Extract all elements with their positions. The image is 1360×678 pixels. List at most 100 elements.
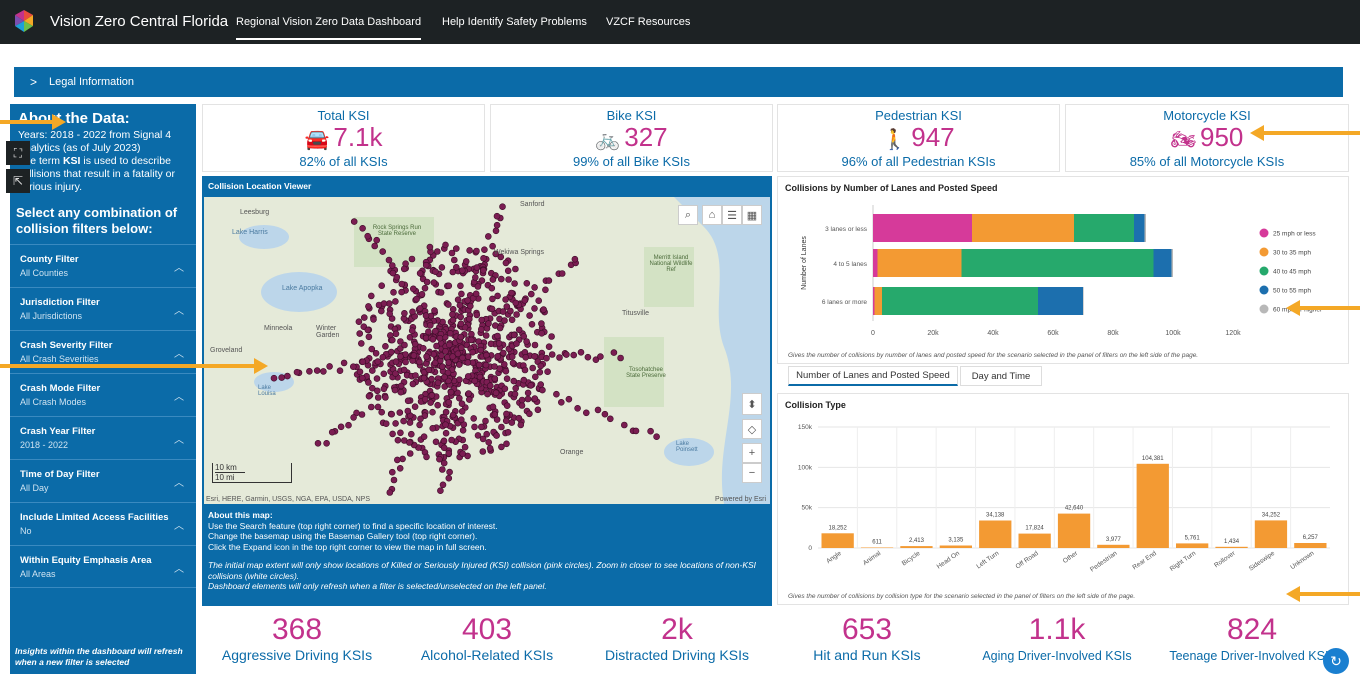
collision-point — [374, 387, 381, 395]
collision-point — [512, 265, 519, 273]
collision-point — [489, 276, 497, 283]
bar[interactable] — [1215, 546, 1248, 548]
collision-point — [429, 425, 436, 432]
y-tick-label: 100k — [798, 464, 813, 471]
bar[interactable] — [939, 545, 972, 549]
collision-point — [428, 392, 436, 399]
collision-point — [470, 415, 478, 422]
bar[interactable] — [1097, 544, 1130, 548]
bar[interactable] — [900, 546, 933, 548]
select-filters-heading: Select any combination of collision filt… — [16, 205, 178, 236]
bar-segment[interactable] — [972, 214, 1074, 242]
collision-point — [445, 301, 452, 308]
bar-segment[interactable] — [1134, 214, 1145, 242]
bar[interactable] — [821, 533, 854, 548]
layer-list-icon[interactable]: ☰ — [722, 205, 742, 225]
collision-point — [386, 489, 394, 496]
home-icon[interactable]: ⌂ — [702, 205, 722, 225]
collision-point — [448, 436, 455, 444]
bar-segment[interactable] — [1153, 249, 1172, 277]
expand-sidebar-icon[interactable]: ⛶ — [6, 141, 30, 165]
bar[interactable] — [1294, 543, 1327, 548]
search-icon[interactable]: ⌕ — [678, 205, 698, 225]
nav-tab-help-identify[interactable]: Help Identify Safety Problems — [442, 16, 587, 28]
tab-day-time[interactable]: Day and Time — [960, 366, 1042, 386]
collision-point — [504, 429, 512, 436]
collision-point — [473, 247, 480, 255]
collision-point — [449, 353, 456, 360]
map-canvas[interactable] — [204, 197, 770, 504]
locate-icon[interactable]: ◇ — [742, 419, 762, 439]
basemap-gallery-icon[interactable]: ▦ — [742, 205, 762, 225]
collision-point — [462, 258, 470, 265]
crash-year-filter[interactable]: Crash Year Filter 2018 - 2022 ︿ — [10, 416, 196, 459]
collision-point — [510, 377, 518, 385]
limited-access-filter[interactable]: Include Limited Access Facilities No ︿ — [10, 502, 196, 545]
bar-segment[interactable] — [1144, 214, 1147, 242]
equity-emphasis-filter[interactable]: Within Equity Emphasis Area All Areas ︿ — [10, 545, 196, 588]
collision-point — [523, 280, 531, 287]
bar-segment[interactable] — [873, 214, 972, 242]
collision-point — [439, 363, 446, 370]
refresh-icon[interactable]: ↻ — [1323, 648, 1349, 674]
collision-point — [355, 318, 363, 325]
bar-segment[interactable] — [882, 287, 1038, 315]
collision-point — [326, 363, 333, 370]
collision-point — [558, 270, 566, 277]
crash-mode-filter[interactable]: Crash Mode Filter All Crash Modes ︿ — [10, 373, 196, 416]
bar-segment[interactable] — [877, 249, 962, 277]
tab-lanes-speed[interactable]: Number of Lanes and Posted Speed — [788, 366, 958, 386]
bar[interactable] — [1018, 533, 1051, 548]
collision-point — [458, 267, 466, 274]
collision-map[interactable]: Leesburg Sanford Lake Harris Rock Spring… — [204, 197, 770, 504]
collision-point — [531, 373, 539, 381]
zoom-in-icon[interactable]: + — [742, 443, 762, 463]
kpi-motorcycle-ksi: Motorcycle KSI 🏍 950 85% of all Motorcycl… — [1065, 104, 1349, 172]
collision-point — [517, 421, 525, 429]
collision-point — [527, 290, 535, 298]
nav-tab-resources[interactable]: VZCF Resources — [606, 16, 690, 28]
bar-segment[interactable] — [873, 287, 875, 315]
x-tick-label: Left Turn — [975, 550, 1000, 571]
collision-point — [423, 278, 431, 286]
bar[interactable] — [860, 547, 894, 549]
chevron-up-icon: ︿ — [174, 306, 184, 317]
collision-point — [473, 264, 481, 271]
y-tick-label: 4 to 5 lanes — [833, 261, 867, 268]
chevron-up-icon: ︿ — [174, 435, 184, 446]
share-icon[interactable]: ⇱ — [6, 169, 30, 193]
bar[interactable] — [1057, 513, 1091, 548]
county-filter[interactable]: County Filter All Counties ︿ — [10, 244, 196, 287]
collision-point — [374, 403, 382, 411]
zoom-out-icon[interactable]: − — [742, 463, 762, 483]
collision-point — [380, 300, 388, 307]
collision-point — [438, 264, 446, 271]
compass-icon[interactable]: ⬍ — [742, 393, 762, 415]
bar-segment[interactable] — [873, 249, 878, 277]
jurisdiction-filter[interactable]: Jurisdiction Filter All Jurisdictions ︿ — [10, 287, 196, 330]
y-tick-label: 6 lanes or more — [822, 299, 868, 306]
bar-segment[interactable] — [874, 287, 883, 315]
collision-point — [398, 280, 406, 288]
bar-segment[interactable] — [1083, 287, 1084, 315]
bar[interactable] — [979, 520, 1012, 549]
map-place-label: Lake Harris — [232, 229, 268, 236]
collision-point — [535, 297, 543, 304]
bar-segment[interactable] — [1074, 214, 1134, 242]
bar[interactable] — [1254, 520, 1288, 548]
collision-point — [563, 351, 570, 358]
collision-point — [521, 366, 529, 374]
bar-segment[interactable] — [961, 249, 1154, 277]
nav-tab-dashboard[interactable]: Regional Vision Zero Data Dashboard — [236, 16, 422, 40]
bar[interactable] — [1176, 543, 1209, 548]
collision-point — [404, 397, 412, 405]
bar-segment[interactable] — [1038, 287, 1083, 315]
collision-point — [323, 440, 330, 447]
collision-point — [531, 341, 539, 349]
collision-point — [484, 390, 491, 398]
bar-segment[interactable] — [1171, 249, 1174, 277]
time-of-day-filter[interactable]: Time of Day Filter All Day ︿ — [10, 459, 196, 502]
bar[interactable] — [1136, 463, 1169, 548]
collision-point — [350, 218, 358, 225]
legal-information-toggle[interactable]: > Legal Information — [14, 67, 1343, 97]
